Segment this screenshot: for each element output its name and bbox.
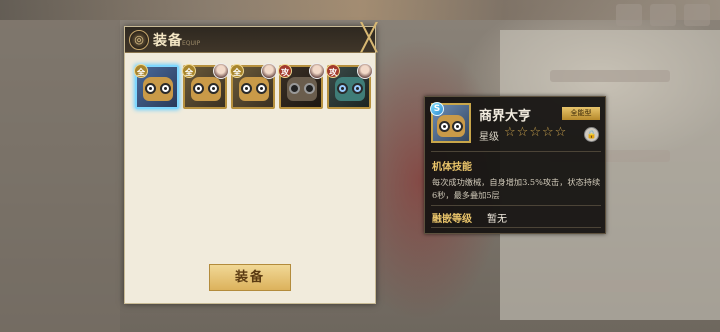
pilot-avatar xyxy=(261,63,277,79)
pilot-avatar xyxy=(357,63,373,79)
divider xyxy=(431,227,601,228)
background-button xyxy=(650,4,676,26)
equipment-slot-4[interactable]: 攻 xyxy=(278,63,325,109)
mecha-portrait xyxy=(239,77,269,101)
panel-title: 装备 xyxy=(153,33,183,49)
mecha-eye xyxy=(452,121,463,132)
type-badge: 全 xyxy=(134,64,148,78)
equipment-slot-2[interactable]: 全 xyxy=(182,63,229,109)
equipment-info-card: S 商界大亨 全能型 星级 ☆ ☆ ☆ ☆ ☆ 🔒 机体技能 每次成功缴械，自身… xyxy=(424,96,606,234)
background-button xyxy=(684,4,710,26)
type-badge: 全 xyxy=(230,64,244,78)
mecha-portrait xyxy=(191,77,221,101)
mecha-eye xyxy=(193,83,204,94)
mecha-eye xyxy=(439,121,450,132)
panel-subtitle: EQUIP xyxy=(182,40,201,47)
fusion-value: 暂无 xyxy=(487,214,507,225)
background-button xyxy=(616,4,642,26)
type-badge: 攻 xyxy=(326,64,340,78)
equip-panel: ◎ 装备 EQUIP ╳ 全 全 全 攻 攻 装备 xyxy=(124,25,377,304)
divider xyxy=(431,205,601,206)
mecha-eye xyxy=(304,83,315,94)
star-rating: ☆ ☆ ☆ ☆ ☆ xyxy=(504,125,566,141)
equipment-grid: 全 全 全 攻 攻 xyxy=(134,63,373,109)
divider xyxy=(431,151,601,152)
star-icon: ☆ xyxy=(516,125,529,140)
emblem-icon: ◎ xyxy=(129,30,149,50)
rank-badge: S xyxy=(430,102,444,116)
mecha-portrait xyxy=(335,77,365,101)
mecha-eye xyxy=(337,83,348,94)
star-icon: ☆ xyxy=(541,125,554,140)
stars-label: 星级 xyxy=(479,132,499,143)
mecha-eye xyxy=(145,83,156,94)
pilot-avatar xyxy=(309,63,325,79)
close-icon[interactable]: ╳ xyxy=(356,25,382,52)
equipment-slot-5[interactable]: 攻 xyxy=(326,63,373,109)
panel-header: ◎ 装备 EQUIP xyxy=(125,27,375,53)
skill-description: 每次成功缴械，自身增加3.5%攻击，状态持续6秒，最多叠加5层 xyxy=(432,177,601,200)
lock-icon[interactable]: 🔒 xyxy=(584,127,599,142)
skill-label: 机体技能 xyxy=(432,162,472,173)
type-badge: 全 xyxy=(182,64,196,78)
equip-button[interactable]: 装备 xyxy=(209,264,291,291)
equipment-name: 商界大亨 xyxy=(479,109,532,124)
mecha-eye xyxy=(289,83,300,94)
background-bar xyxy=(550,70,670,82)
equipment-icon: S xyxy=(430,102,471,143)
equipment-slot-1[interactable]: 全 xyxy=(134,64,179,109)
mecha-portrait xyxy=(143,77,173,101)
mecha-eye xyxy=(352,83,363,94)
pilot-avatar xyxy=(213,63,229,79)
type-badge: 攻 xyxy=(278,64,292,78)
mecha-portrait xyxy=(437,115,465,137)
mecha-eye xyxy=(160,83,171,94)
mecha-eye xyxy=(256,83,267,94)
star-icon: ☆ xyxy=(554,125,567,140)
star-icon: ☆ xyxy=(529,125,541,140)
mecha-portrait xyxy=(287,77,317,101)
type-tag: 全能型 xyxy=(562,107,600,120)
background-left xyxy=(0,20,120,332)
background-top-buttons xyxy=(616,4,710,26)
background-bar xyxy=(550,280,670,292)
mecha-eye xyxy=(208,83,219,94)
star-icon: ☆ xyxy=(504,125,516,140)
mecha-eye xyxy=(241,83,252,94)
fusion-label: 融嵌等级 xyxy=(432,214,472,225)
top-strip xyxy=(0,0,720,20)
equipment-slot-3[interactable]: 全 xyxy=(230,63,277,109)
